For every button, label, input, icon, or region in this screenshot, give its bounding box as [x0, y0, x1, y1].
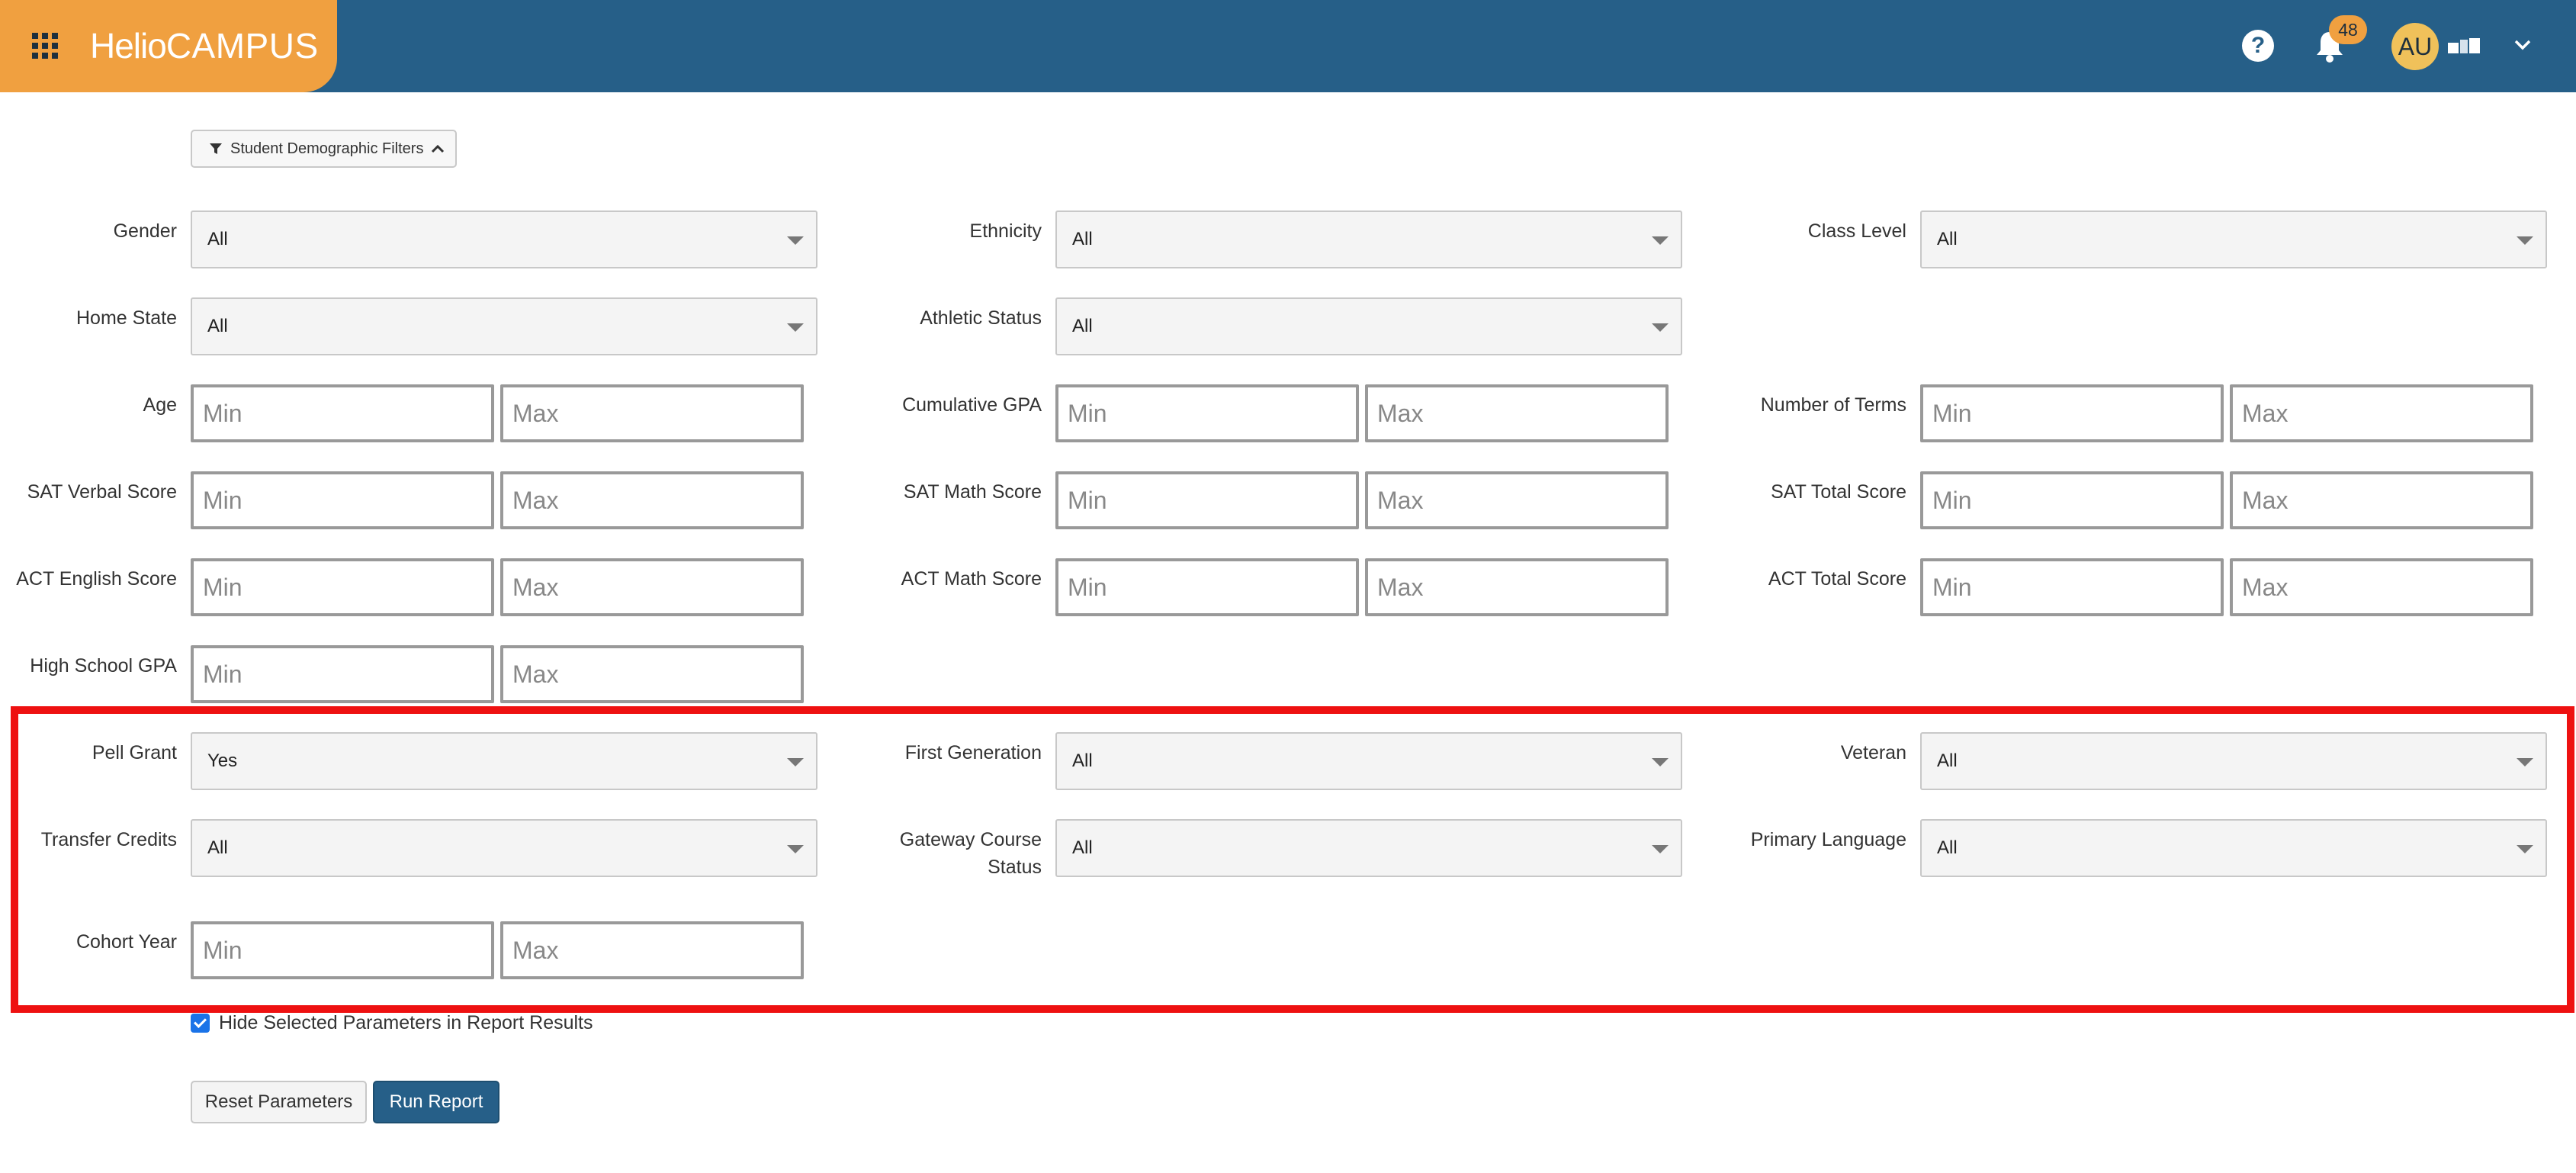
- act-total-max-input[interactable]: Max: [2230, 558, 2533, 616]
- athletic-status-label: Athletic Status: [920, 307, 1042, 329]
- athletic-status-select[interactable]: All: [1055, 297, 1682, 355]
- sat-verbal-max-input[interactable]: Max: [500, 471, 804, 529]
- dropdown-caret-icon: [787, 323, 804, 332]
- veteran-label: Veteran: [1840, 742, 1906, 763]
- gateway-course-status-label-line2: Status: [988, 856, 1042, 878]
- age-label: Age: [143, 394, 177, 416]
- class-level-label: Class Level: [1807, 220, 1906, 242]
- ethnicity-select[interactable]: All: [1055, 210, 1682, 268]
- hide-parameters-checkbox[interactable]: [191, 1013, 210, 1033]
- dropdown-caret-icon: [1652, 323, 1669, 332]
- number-of-terms-label: Number of Terms: [1760, 394, 1906, 416]
- age-max-input[interactable]: Max: [500, 384, 804, 442]
- sat-math-label: SAT Math Score: [903, 481, 1042, 503]
- apps-grid-icon[interactable]: [32, 33, 58, 59]
- act-math-label: ACT Math Score: [901, 568, 1042, 590]
- home-state-select[interactable]: All: [191, 297, 817, 355]
- dropdown-caret-icon: [2517, 845, 2533, 853]
- home-state-label: Home State: [75, 307, 177, 329]
- dropdown-caret-icon: [787, 758, 804, 766]
- gateway-course-status-label: Gateway Course Status: [839, 826, 1042, 881]
- pell-grant-label: Pell Grant: [92, 742, 177, 763]
- cumulative-gpa-label: Cumulative GPA: [902, 394, 1042, 416]
- gateway-course-status-select[interactable]: All: [1055, 819, 1682, 877]
- user-menu-icon[interactable]: [2448, 37, 2481, 55]
- dropdown-caret-icon: [1652, 236, 1669, 245]
- filter-icon: [210, 143, 222, 154]
- act-english-min-input[interactable]: Min: [191, 558, 494, 616]
- pell-grant-select[interactable]: Yes: [191, 732, 817, 790]
- act-math-max-input[interactable]: Max: [1365, 558, 1669, 616]
- dropdown-caret-icon: [2517, 758, 2533, 766]
- gateway-course-status-label-line1: Gateway Course: [899, 829, 1042, 850]
- notification-count-badge: 48: [2329, 15, 2367, 44]
- act-total-label: ACT Total Score: [1768, 568, 1906, 590]
- sat-verbal-label: SAT Verbal Score: [27, 481, 177, 503]
- top-navigation-bar: HelioCAMPUS ? 48 AU: [0, 0, 2576, 92]
- dropdown-caret-icon: [2517, 236, 2533, 245]
- gender-label: Gender: [113, 220, 177, 242]
- act-english-label: ACT English Score: [16, 568, 177, 590]
- hide-parameters-label: Hide Selected Parameters in Report Resul…: [219, 1011, 593, 1033]
- first-generation-select[interactable]: All: [1055, 732, 1682, 790]
- hide-selected-parameters-option[interactable]: Hide Selected Parameters in Report Resul…: [191, 1011, 593, 1035]
- dropdown-caret-icon: [1652, 758, 1669, 766]
- act-math-min-input[interactable]: Min: [1055, 558, 1359, 616]
- veteran-select[interactable]: All: [1920, 732, 2547, 790]
- class-level-select[interactable]: All: [1920, 210, 2547, 268]
- high-school-gpa-label: High School GPA: [30, 655, 177, 676]
- age-min-input[interactable]: Min: [191, 384, 494, 442]
- act-english-max-input[interactable]: Max: [500, 558, 804, 616]
- primary-language-label: Primary Language: [1750, 829, 1906, 850]
- run-report-button[interactable]: Run Report: [373, 1081, 499, 1123]
- reset-parameters-button[interactable]: Reset Parameters: [191, 1081, 367, 1123]
- chevron-up-icon: [432, 144, 445, 153]
- act-total-min-input[interactable]: Min: [1920, 558, 2224, 616]
- cumulative-gpa-max-input[interactable]: Max: [1365, 384, 1669, 442]
- helio-campus-logo[interactable]: HelioCAMPUS: [90, 23, 319, 69]
- sat-total-max-input[interactable]: Max: [2230, 471, 2533, 529]
- number-of-terms-min-input[interactable]: Min: [1920, 384, 2224, 442]
- sat-total-min-input[interactable]: Min: [1920, 471, 2224, 529]
- first-generation-label: First Generation: [904, 742, 1042, 763]
- help-icon[interactable]: ?: [2242, 30, 2274, 62]
- primary-language-select[interactable]: All: [1920, 819, 2547, 877]
- cohort-year-label: Cohort Year: [75, 931, 177, 953]
- number-of-terms-max-input[interactable]: Max: [2230, 384, 2533, 442]
- dropdown-caret-icon: [787, 236, 804, 245]
- cohort-year-max-input[interactable]: Max: [500, 921, 804, 979]
- high-school-gpa-max-input[interactable]: Max: [500, 645, 804, 703]
- dropdown-caret-icon: [787, 845, 804, 853]
- cumulative-gpa-min-input[interactable]: Min: [1055, 384, 1359, 442]
- sat-verbal-min-input[interactable]: Min: [191, 471, 494, 529]
- brand-area: HelioCAMPUS: [0, 0, 337, 92]
- sat-total-label: SAT Total Score: [1771, 481, 1906, 503]
- student-demographic-filters-toggle[interactable]: Student Demographic Filters: [191, 130, 457, 168]
- cohort-year-min-input[interactable]: Min: [191, 921, 494, 979]
- avatar[interactable]: AU: [2391, 23, 2439, 70]
- ethnicity-label: Ethnicity: [969, 220, 1042, 242]
- dropdown-caret-icon: [1652, 845, 1669, 853]
- high-school-gpa-min-input[interactable]: Min: [191, 645, 494, 703]
- sat-math-min-input[interactable]: Min: [1055, 471, 1359, 529]
- transfer-credits-select[interactable]: All: [191, 819, 817, 877]
- transfer-credits-label: Transfer Credits: [40, 829, 177, 850]
- chevron-down-icon[interactable]: [2513, 38, 2532, 52]
- sat-math-max-input[interactable]: Max: [1365, 471, 1669, 529]
- filters-toggle-label: Student Demographic Filters: [230, 140, 424, 157]
- gender-select[interactable]: All: [191, 210, 817, 268]
